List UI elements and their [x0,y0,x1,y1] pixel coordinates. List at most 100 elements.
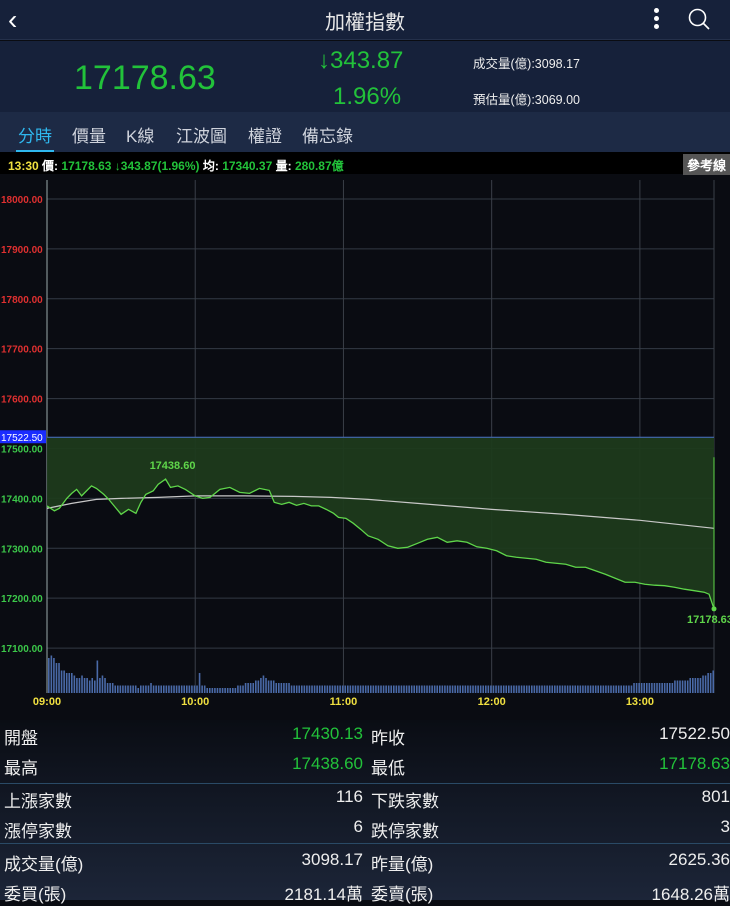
volume-bar [681,680,684,693]
volume-bar [252,683,255,693]
volume-bar [336,685,339,693]
volume-bar [607,685,610,693]
volume-bar [408,685,410,693]
volume-bar [63,670,65,693]
down-arrow-icon: ↓ [318,47,330,74]
volume-bar [349,685,352,693]
volume-bar [101,675,104,693]
divider [0,843,730,844]
volume-bar [482,685,485,693]
tab-kline[interactable]: K線 [126,122,154,147]
x-tick-label: 13:00 [626,696,654,708]
volume-bar [462,685,464,693]
volume-bar [538,685,541,693]
volume-bar [170,685,173,693]
volume-bar [134,685,137,693]
volume-bar [467,685,469,693]
volume-bar [692,678,694,693]
volume-bar [413,685,416,693]
volume-bar [587,685,589,693]
volume-bar [702,675,704,693]
volume-bar [344,685,347,693]
tab-price-volume[interactable]: 價量 [72,122,106,147]
volume-bar [150,683,152,693]
page-title: 加權指數 [325,12,405,34]
volume-bar [65,673,68,693]
volume-bar [168,685,170,693]
volume-bar [502,685,505,693]
volume-bar [513,685,515,693]
volume-bar [439,685,441,693]
stat-value: 1648.26萬 [651,885,730,904]
volume-bar [398,685,400,693]
volume-bar [620,685,623,693]
volume-bar [196,685,198,693]
last-price: 17178.63 [74,59,216,97]
volume-bar [191,685,193,693]
last-label: 17178.63 [687,614,730,626]
volume-bar [418,685,421,693]
volume-bar [510,685,513,693]
stat-value: 17522.50 [659,724,730,743]
tab-memo[interactable]: 備忘錄 [302,122,353,147]
volume-bar [290,685,293,693]
stat-label: 成交量(億) [4,855,84,874]
volume-bar [548,685,551,693]
volume-bar [584,685,587,693]
volume-bar [288,683,290,693]
stat-value: 6 [353,817,363,836]
volume-bar [679,680,681,693]
volume-bar [479,685,482,693]
stats-panel: 開盤 17430.13 昨收 17522.50 最高 17438.60 最低 17… [0,720,730,904]
stat-value: 17430.13 [292,724,363,743]
volume-bar [459,685,462,693]
volume-bar [472,685,474,693]
tab-jiangbo[interactable]: 江波圖 [176,122,227,147]
volume-bar [311,685,313,693]
reference-line-button[interactable]: 參考線 [682,154,730,175]
volume-bar [324,685,326,693]
volume-bar [88,680,91,693]
volume-bar [395,685,398,693]
info-time: 13:30 [8,159,39,173]
volume-bar [216,688,219,693]
volume-bar [145,685,147,693]
volume-bar [477,685,479,693]
volume-bar [651,683,653,693]
more-vertical-icon[interactable] [650,6,662,32]
volume-bar [293,685,295,693]
volume-bar [648,683,651,693]
info-price: 17178.63 ↓343.87(1.96%) [61,159,200,173]
volume-bar [416,685,418,693]
volume-bar [237,685,239,693]
volume-bar [559,685,561,693]
volume-bar [147,685,150,693]
volume-bar [451,685,454,693]
tab-warrants[interactable]: 權證 [248,122,282,147]
volume-bar [707,673,709,693]
volume-bar [316,685,318,693]
stat-value: 3098.17 [301,850,363,869]
volume-bar [669,683,671,693]
volume-bar [50,655,53,693]
volume-bar [444,685,446,693]
volume-bar [393,685,395,693]
volume-bar [380,685,382,693]
intraday-chart[interactable]: 18000.00 17900.00 17800.00 17700.00 17600.00… [0,174,730,714]
volume-bar [403,685,405,693]
volume-bar [686,680,689,693]
volume-bar [579,685,582,693]
volume-bar [505,685,508,693]
volume-bar [375,685,377,693]
search-icon[interactable] [688,8,710,30]
tab-intraday[interactable]: 分時 [16,122,54,152]
volume-bar [298,685,301,693]
volume-bar [91,678,94,693]
volume-bar [428,685,431,693]
volume-bar [267,680,270,693]
volume-bar [180,685,183,693]
volume-bar [561,685,564,693]
y-tick-label: 17300.00 [1,544,43,555]
volume-bar [574,685,577,693]
volume-bar [492,685,495,693]
